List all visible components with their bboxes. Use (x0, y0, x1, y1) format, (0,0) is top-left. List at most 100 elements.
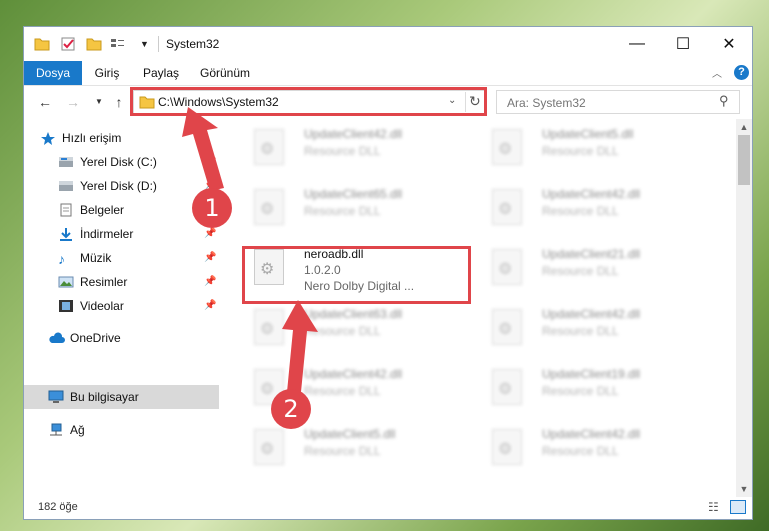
computer-icon (48, 390, 64, 404)
maximize-button[interactable]: ☐ (660, 27, 706, 61)
sidebar-item-label: Yerel Disk (D:) (80, 179, 157, 193)
list-item[interactable]: UpdateClient42.dll Resource DLL (248, 123, 468, 179)
tab-share[interactable]: Paylaş (136, 61, 186, 85)
file-description: Resource DLL (304, 384, 381, 398)
properties-icon[interactable] (60, 36, 76, 52)
file-name: UpdateClient42.dll (542, 307, 641, 321)
dll-file-icon (492, 249, 522, 285)
pictures-icon (58, 275, 74, 289)
sidebar-item-documents[interactable]: Belgeler (58, 199, 124, 221)
sidebar-item-label: Yerel Disk (C:) (80, 155, 157, 169)
pin-icon[interactable]: 📌 (204, 228, 216, 239)
search-input[interactable] (505, 94, 709, 112)
new-folder-icon[interactable] (86, 36, 102, 52)
file-description: Resource DLL (542, 144, 619, 158)
close-button[interactable]: ✕ (706, 27, 752, 61)
customize-toolbar-icon[interactable]: ▼ (140, 36, 149, 52)
file-name: UpdateClient42.dll (542, 187, 641, 201)
search-icon[interactable]: ⚲ (719, 93, 729, 109)
music-icon: ♪ (58, 251, 65, 267)
network-icon (48, 423, 64, 437)
list-item[interactable]: UpdateClient42.dll Resource DLL (486, 183, 706, 239)
cloud-icon (48, 331, 65, 345)
explorer-window: ▼ System32 — ☐ ✕ Dosya Giriş Paylaş Görü… (24, 27, 752, 519)
pin-icon[interactable]: 📌 (204, 276, 216, 287)
file-highlight-box (242, 246, 471, 304)
drive-icon (58, 179, 74, 193)
vertical-scrollbar[interactable]: ▲ ▼ (736, 119, 752, 497)
list-item[interactable]: UpdateClient42.dll Resource DLL (486, 423, 706, 479)
navigation-pane: Hızlı erişim Yerel Disk (C:) 📌 Yerel Dis… (24, 119, 219, 497)
view-icon[interactable] (110, 36, 126, 52)
pin-icon[interactable]: 📌 (204, 300, 216, 311)
sidebar-item-pictures[interactable]: Resimler (58, 271, 127, 293)
sidebar-item-onedrive[interactable]: OneDrive (48, 327, 121, 349)
status-bar: 182 öğe ☷ (24, 497, 752, 519)
video-icon (58, 299, 74, 313)
large-icons-view-icon[interactable] (730, 500, 746, 514)
pin-icon[interactable]: 📌 (204, 156, 216, 167)
recent-locations-icon[interactable]: ▼ (90, 93, 108, 111)
file-name: UpdateClient5.dll (542, 127, 634, 141)
sidebar-item-label: Müzik (80, 251, 112, 265)
sidebar-item-local-disk-c[interactable]: Yerel Disk (C:) (58, 151, 157, 173)
up-arrow-icon[interactable]: ↑ (110, 93, 128, 111)
sidebar-item-this-pc[interactable]: Bu bilgisayar (48, 386, 139, 408)
dll-file-icon (492, 369, 522, 405)
scroll-down-icon[interactable]: ▼ (736, 481, 752, 497)
sidebar-item-label: Bu bilgisayar (70, 390, 139, 404)
list-item[interactable]: UpdateClient5.dll Resource DLL (486, 123, 706, 179)
sidebar-item-label: Ağ (70, 423, 85, 437)
dll-file-icon (254, 189, 284, 225)
sidebar-item-downloads[interactable]: İndirmeler (58, 223, 133, 245)
list-item[interactable]: UpdateClient65.dll Resource DLL (248, 183, 468, 239)
sidebar-item-videos[interactable]: Videolar (58, 295, 124, 317)
file-name: UpdateClient19.dll (542, 367, 641, 381)
star-icon (40, 131, 56, 145)
file-name: UpdateClient42.dll (304, 127, 403, 141)
forward-arrow-icon[interactable]: → (64, 93, 82, 111)
file-description: Resource DLL (542, 384, 619, 398)
sidebar-item-label: OneDrive (70, 331, 121, 345)
address-highlight-box (130, 87, 487, 116)
sidebar-item-label: Hızlı erişim (62, 131, 122, 145)
list-item[interactable]: UpdateClient19.dll Resource DLL (486, 363, 706, 419)
sidebar-item-label: Resimler (80, 275, 128, 289)
scroll-thumb[interactable] (738, 135, 750, 185)
sidebar-item-network[interactable]: Ağ (48, 419, 85, 441)
list-item[interactable]: UpdateClient42.dll Resource DLL (486, 303, 706, 359)
file-list: UpdateClient42.dll Resource DLL UpdateCl… (238, 119, 736, 497)
file-description: Resource DLL (542, 444, 619, 458)
pin-icon[interactable]: 📌 (204, 252, 216, 263)
sidebar-item-label: Belgeler (80, 203, 125, 217)
sidebar-item-music[interactable]: ♪ Müzik (58, 247, 111, 269)
dll-file-icon (254, 309, 284, 345)
list-item[interactable]: UpdateClient63.dll Resource DLL (248, 303, 468, 359)
step-one-badge: 1 (192, 188, 232, 228)
file-name: UpdateClient5.dll (304, 427, 396, 441)
search-box[interactable]: ⚲ (496, 90, 740, 114)
tab-view[interactable]: Görünüm (194, 61, 256, 85)
folder-icon (34, 36, 50, 52)
dll-file-icon (492, 189, 522, 225)
dll-file-icon (254, 129, 284, 165)
list-item[interactable]: UpdateClient21.dll Resource DLL (486, 243, 706, 299)
back-arrow-icon[interactable]: ← (36, 93, 54, 111)
sidebar-item-label: İndirmeler (80, 227, 134, 241)
minimize-button[interactable]: — (614, 27, 660, 61)
file-name: UpdateClient42.dll (304, 367, 403, 381)
file-description: Resource DLL (542, 204, 619, 218)
scroll-up-icon[interactable]: ▲ (736, 119, 752, 135)
list-item[interactable]: UpdateClient5.dll Resource DLL (248, 423, 468, 479)
step-two-badge: 2 (271, 389, 311, 429)
help-icon[interactable]: ? (734, 65, 749, 80)
sidebar-item-local-disk-d[interactable]: Yerel Disk (D:) (58, 175, 157, 197)
details-view-icon[interactable]: ☷ (708, 500, 719, 514)
title-bar: ▼ System32 — ☐ ✕ (24, 27, 752, 61)
window-title: System32 (166, 37, 220, 51)
file-name: UpdateClient63.dll (304, 307, 403, 321)
tab-home[interactable]: Giriş (86, 61, 128, 85)
sidebar-item-quick-access[interactable]: Hızlı erişim (40, 127, 121, 149)
expand-ribbon-icon[interactable]: ︿ (712, 65, 722, 80)
tab-file[interactable]: Dosya (24, 61, 82, 85)
